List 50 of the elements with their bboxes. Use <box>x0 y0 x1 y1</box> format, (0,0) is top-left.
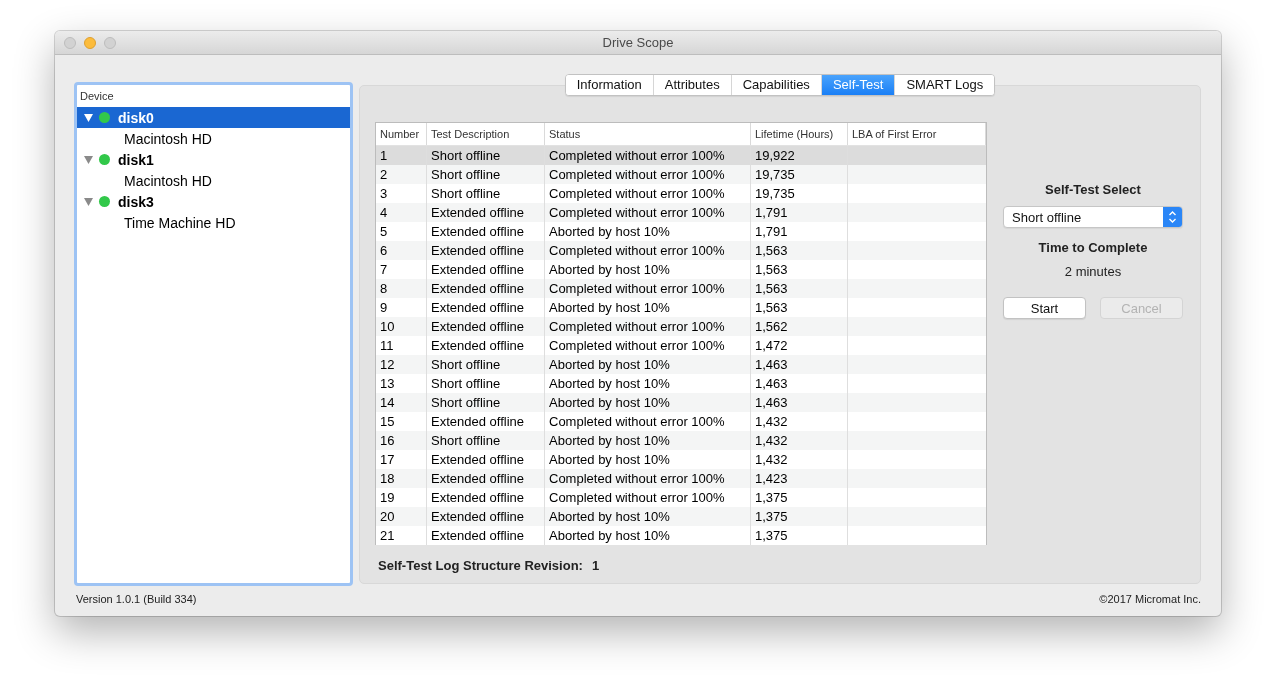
disclosure-triangle-icon[interactable] <box>84 197 93 206</box>
time-label: Time to Complete <box>1038 240 1148 256</box>
copyright-text: ©2017 Micromat Inc. <box>1099 592 1201 607</box>
table-row[interactable]: 14 Short offline Aborted by host 10% 1,463 <box>376 393 986 412</box>
device-row[interactable]: disk3 <box>77 191 350 212</box>
disclosure-triangle-icon[interactable] <box>84 155 93 164</box>
tab[interactable]: Information <box>565 75 653 95</box>
time-value: 2 minutes <box>1064 264 1122 280</box>
version-text: Version 1.0.1 (Build 334) <box>76 592 197 607</box>
column-header: Status <box>545 123 751 145</box>
volume-item[interactable]: Time Machine HD <box>124 213 236 232</box>
start-button[interactable]: Start <box>1003 297 1086 319</box>
window-title: Drive Scope <box>602 35 674 50</box>
table-row[interactable]: 16 Short offline Aborted by host 10% 1,432 <box>376 431 986 450</box>
table-row[interactable]: 21 Extended offline Aborted by host 10% 1,375 <box>376 526 986 545</box>
device-row[interactable]: disk0 <box>77 107 350 128</box>
up-down-chevron-icon <box>1163 207 1182 227</box>
tab[interactable]: SMART Logs <box>894 75 995 95</box>
table-cell: Extended offline <box>427 526 545 545</box>
table-row[interactable]: 10 Extended offline Completed without error 100% 1,562 <box>376 317 986 336</box>
disclosure-triangle-icon[interactable] <box>84 113 93 122</box>
select-label: Self-Test Select <box>1045 182 1141 198</box>
disk-name: disk0 <box>118 108 154 127</box>
table-cell: 1,375 <box>751 526 848 545</box>
volume-item[interactable]: Macintosh HD <box>124 171 212 190</box>
column-header: Test Description <box>427 123 545 145</box>
table-row[interactable]: 8 Extended offline Completed without error 100% 1,563 <box>376 279 986 298</box>
revision-label: Self-Test Log Structure Revision: <box>378 558 583 574</box>
device-row[interactable]: disk1 <box>77 149 350 170</box>
volume-item[interactable]: Macintosh HD <box>124 129 212 148</box>
column-header: Number <box>376 123 427 145</box>
table-row[interactable]: 6 Extended offline Completed without error 100% 1,563 <box>376 241 986 260</box>
column-header: Lifetime (Hours) <box>751 123 848 145</box>
table-cell: Aborted by host 10% <box>545 526 751 545</box>
column-header: Device <box>79 89 114 104</box>
table-cell: 21 <box>376 526 427 545</box>
tab[interactable]: Attributes <box>652 75 731 95</box>
minimize-button[interactable] <box>84 36 96 49</box>
table-row[interactable]: 4 Extended offline Completed without error 100% 1,791 <box>376 203 986 222</box>
table-row[interactable]: 18 Extended offline Completed without error 100% 1,423 <box>376 469 986 488</box>
table-row[interactable]: 2 Short offline Completed without error 100% 19,735 <box>376 165 986 184</box>
table-row[interactable]: 20 Extended offline Aborted by host 10% 1,375 <box>376 507 986 526</box>
revision-value: 1 <box>591 558 600 574</box>
column-header: LBA of First Error <box>848 123 986 145</box>
table-row[interactable]: 12 Short offline Aborted by host 10% 1,463 <box>376 355 986 374</box>
tab[interactable]: Capabilities <box>730 75 821 95</box>
disk-name: disk1 <box>118 150 154 169</box>
test-type-dropdown[interactable]: Short offline <box>1003 206 1183 228</box>
table-row[interactable]: 1 Short offline Completed without error 100% 19,922 <box>376 146 986 165</box>
disk-name: disk3 <box>118 192 154 211</box>
